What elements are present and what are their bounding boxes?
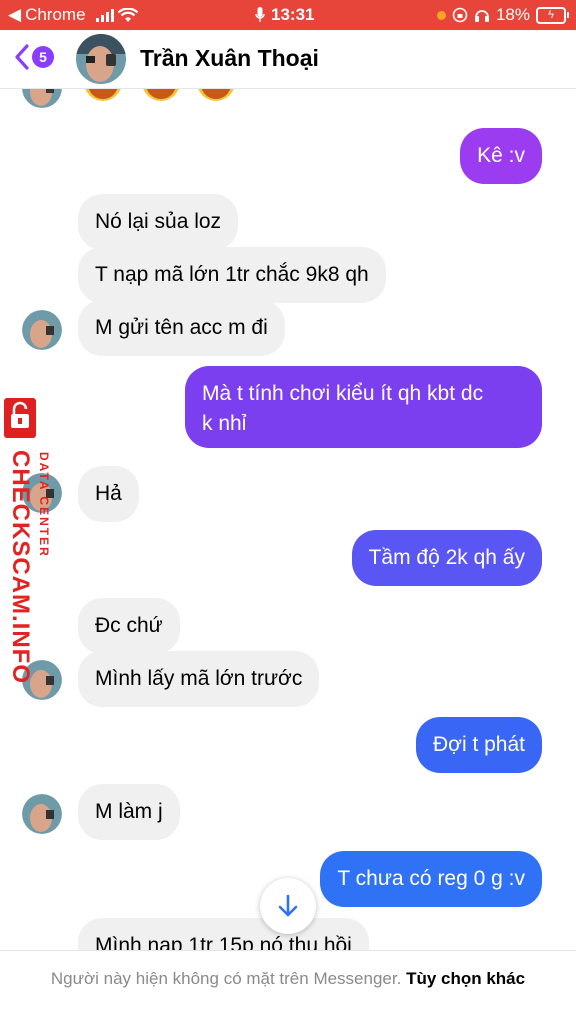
watermark-lock-icon bbox=[4, 398, 36, 438]
battery-charging-icon: ϟ bbox=[536, 6, 569, 24]
message-list[interactable]: Kê :v Nó lại sủa loz T nạp mã lớn 1tr ch… bbox=[0, 88, 576, 950]
status-left: ◀ Chrome bbox=[8, 5, 138, 25]
message-text-line: Mà t tính chơi kiểu ít qh kbt dc bbox=[202, 382, 484, 405]
unread-count-badge: 5 bbox=[32, 46, 54, 68]
microphone-icon bbox=[255, 7, 265, 22]
rotation-lock-icon bbox=[452, 7, 468, 23]
watermark-subtext: DATA CENTER bbox=[37, 452, 51, 558]
arrow-down-icon bbox=[278, 894, 298, 917]
message-bubble-incoming[interactable]: T nạp mã lớn 1tr chắc 9k8 qh bbox=[78, 247, 386, 303]
message-bubble-incoming[interactable]: Hả bbox=[78, 466, 139, 522]
wifi-icon bbox=[117, 7, 138, 22]
message-bubble-incoming[interactable]: Mình nạp 1tr 15p nó thu hồi bbox=[78, 918, 369, 950]
signal-icon bbox=[95, 8, 114, 22]
recording-dot-icon bbox=[436, 10, 446, 20]
contact-avatar-small bbox=[22, 794, 62, 834]
status-right: 18% ϟ bbox=[436, 5, 569, 25]
contact-avatar[interactable] bbox=[76, 34, 126, 84]
laughing-emoji-icon bbox=[143, 88, 179, 101]
footer-text-block: Người này hiện không có mặt trên Messeng… bbox=[40, 967, 536, 991]
scroll-to-bottom-button[interactable] bbox=[260, 878, 316, 934]
message-bubble-outgoing[interactable]: T chưa có reg 0 g :v bbox=[320, 851, 542, 907]
message-bubble-outgoing[interactable]: Kê :v bbox=[460, 128, 542, 184]
message-bubble-incoming[interactable]: M làm j bbox=[78, 784, 180, 840]
back-button[interactable]: 5 bbox=[14, 43, 54, 71]
status-bar: ◀ Chrome 13:31 18% ϟ bbox=[0, 0, 576, 30]
message-text-line: k nhỉ bbox=[202, 412, 247, 435]
more-options-link[interactable]: Tùy chọn khác bbox=[406, 969, 525, 988]
message-bubble-outgoing[interactable]: Tầm độ 2k qh ấy bbox=[351, 530, 542, 586]
message-bubble-incoming[interactable]: Mình lấy mã lớn trước bbox=[78, 651, 320, 707]
unavailable-footer: Người này hiện không có mặt trên Messeng… bbox=[0, 950, 576, 1025]
clock: 13:31 bbox=[271, 5, 315, 24]
battery-percent: 18% bbox=[495, 5, 530, 24]
status-center: 13:31 bbox=[255, 5, 314, 25]
laughing-emoji-icon bbox=[198, 88, 234, 101]
laughing-emoji-icon bbox=[85, 88, 121, 101]
message-bubble-outgoing[interactable]: Đợi t phát bbox=[416, 717, 542, 773]
back-to-app-label[interactable]: Chrome bbox=[25, 5, 85, 25]
message-bubble-incoming[interactable]: M gửi tên acc m đi bbox=[78, 300, 285, 356]
back-to-app-icon[interactable]: ◀ bbox=[8, 5, 21, 25]
chevron-left-icon bbox=[15, 44, 29, 70]
headphones-icon bbox=[474, 10, 489, 22]
watermark-text: CHECKSCAM.INFO bbox=[7, 450, 34, 684]
message-bubble-incoming[interactable]: Đc chứ bbox=[78, 598, 180, 654]
unavailable-notice: Người này hiện không có mặt trên Messeng… bbox=[50, 969, 402, 988]
contact-avatar-small bbox=[22, 310, 62, 350]
message-bubble-outgoing[interactable]: Mà t tính chơi kiểu ít qh kbt dc k nhỉ bbox=[185, 366, 542, 448]
message-bubble-incoming[interactable]: Nó lại sủa loz bbox=[78, 194, 239, 250]
contact-avatar-small bbox=[22, 88, 62, 108]
conversation-header: 5 Trần Xuân Thoại bbox=[0, 30, 576, 89]
contact-name[interactable]: Trần Xuân Thoại bbox=[140, 45, 319, 72]
